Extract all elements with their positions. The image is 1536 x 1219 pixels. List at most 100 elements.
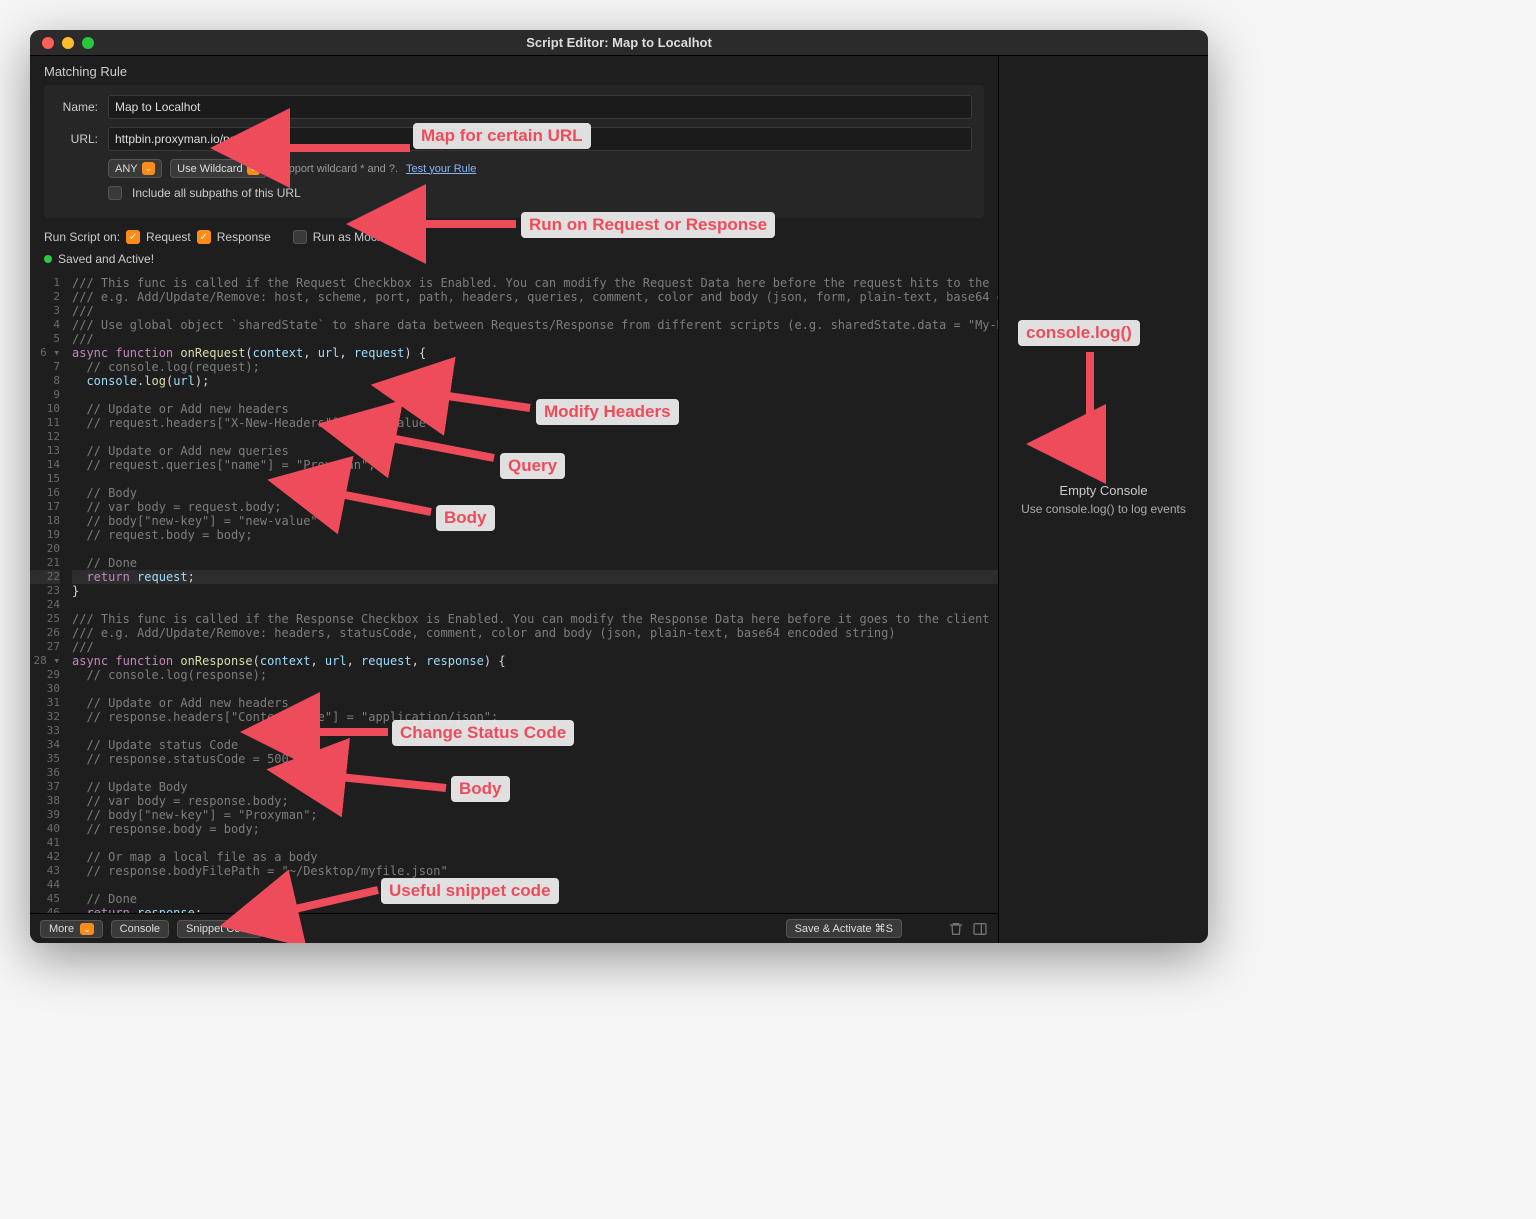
line-number: 21 <box>30 556 60 570</box>
bottom-toolbar: More ⌄ Console Snippet Code Save & Activ… <box>30 913 998 943</box>
code-line[interactable]: // console.log(request); <box>72 360 998 374</box>
url-label: URL: <box>56 132 98 146</box>
wildcard-select[interactable]: Use Wildcard ⌄ <box>170 159 267 178</box>
code-line[interactable]: // Update or Add new headers <box>72 696 998 710</box>
code-line[interactable]: // Update Body <box>72 780 998 794</box>
code-line[interactable]: async function onResponse(context, url, … <box>72 654 998 668</box>
code-line[interactable]: // request.body = body; <box>72 528 998 542</box>
code-line[interactable]: // Update or Add new queries <box>72 444 998 458</box>
code-line[interactable]: return request; <box>72 570 998 584</box>
line-number: 15 <box>30 472 60 486</box>
code-line[interactable]: } <box>72 584 998 598</box>
request-checkbox[interactable]: ✓ <box>126 230 140 244</box>
code-line[interactable]: /// Use global object `sharedState` to s… <box>72 318 998 332</box>
code-line[interactable] <box>72 724 998 738</box>
line-number: 32 <box>30 710 60 724</box>
code-line[interactable]: // Update or Add new headers <box>72 402 998 416</box>
matching-rule-header: Matching Rule <box>30 56 998 85</box>
code-line[interactable]: /// <box>72 332 998 346</box>
line-number: 42 <box>30 850 60 864</box>
save-activate-button[interactable]: Save & Activate ⌘S <box>786 919 902 938</box>
code-line[interactable]: // var body = response.body; <box>72 794 998 808</box>
line-number: 30 <box>30 682 60 696</box>
code-line[interactable]: /// e.g. Add/Update/Remove: headers, sta… <box>72 626 998 640</box>
code-line[interactable]: /// <box>72 304 998 318</box>
more-button[interactable]: More ⌄ <box>40 920 103 938</box>
line-number: 11 <box>30 416 60 430</box>
code-line[interactable] <box>72 836 998 850</box>
line-number: 36 <box>30 766 60 780</box>
code-line[interactable]: async function onRequest(context, url, r… <box>72 346 998 360</box>
line-number: 17 <box>30 500 60 514</box>
code-line[interactable] <box>72 878 998 892</box>
line-number: 2 <box>30 290 60 304</box>
line-number: 22 <box>30 570 60 584</box>
name-label: Name: <box>56 100 98 114</box>
maximize-button[interactable] <box>82 37 94 49</box>
titlebar: Script Editor: Map to Localhot <box>30 30 1208 56</box>
line-number: 23 <box>30 584 60 598</box>
snippet-code-button[interactable]: Snippet Code <box>177 920 262 938</box>
method-select[interactable]: ANY ⌄ <box>108 159 162 178</box>
matching-rule-form: Name: URL: ANY ⌄ Use Wildcard ⌄ <box>44 85 984 218</box>
include-subpaths-checkbox[interactable] <box>108 186 122 200</box>
name-input[interactable] <box>108 95 972 119</box>
code-line[interactable]: // body["new-key"] = "new-value" <box>72 514 998 528</box>
panel-toggle-icon[interactable] <box>972 921 988 937</box>
line-number: 29 <box>30 668 60 682</box>
line-number: 9 <box>30 388 60 402</box>
code-line[interactable]: // console.log(response); <box>72 668 998 682</box>
line-number: 33 <box>30 724 60 738</box>
code-line[interactable]: // response.statusCode = 500; <box>72 752 998 766</box>
code-line[interactable]: return response; <box>72 906 998 913</box>
line-number: 26 <box>30 626 60 640</box>
close-button[interactable] <box>42 37 54 49</box>
console-button[interactable]: Console <box>111 920 169 938</box>
code-editor[interactable]: 123456 ▾78910111213141516171819202122232… <box>30 274 998 913</box>
code-line[interactable]: // Done <box>72 892 998 906</box>
code-line[interactable]: // Done <box>72 556 998 570</box>
trash-icon[interactable] <box>948 921 964 937</box>
code-line[interactable]: // Update status Code <box>72 738 998 752</box>
test-rule-link[interactable]: Test your Rule <box>406 163 476 175</box>
code-line[interactable]: /// This func is called if the Response … <box>72 612 998 626</box>
code-line[interactable]: // var body = request.body; <box>72 500 998 514</box>
code-line[interactable] <box>72 388 998 402</box>
code-line[interactable]: // response.body = body; <box>72 822 998 836</box>
console-panel: Empty Console Use console.log() to log e… <box>998 56 1208 943</box>
line-number: 25 <box>30 612 60 626</box>
line-number: 10 <box>30 402 60 416</box>
line-number: 28 ▾ <box>30 654 60 668</box>
mock-checkbox[interactable] <box>293 230 307 244</box>
code-line[interactable]: // Or map a local file as a body <box>72 850 998 864</box>
script-editor-window: Script Editor: Map to Localhot Matching … <box>30 30 1208 943</box>
line-number: 18 <box>30 514 60 528</box>
minimize-button[interactable] <box>62 37 74 49</box>
code-line[interactable]: // response.headers["Content-Type"] = "a… <box>72 710 998 724</box>
code-line[interactable]: // request.queries["name"] = "Proxyman"; <box>72 458 998 472</box>
window-title: Script Editor: Map to Localhot <box>30 35 1208 50</box>
code-line[interactable] <box>72 682 998 696</box>
wildcard-hint: Support wildcard * and ?. <box>275 163 398 175</box>
code-line[interactable] <box>72 598 998 612</box>
code-line[interactable]: /// <box>72 640 998 654</box>
line-number: 20 <box>30 542 60 556</box>
url-input[interactable] <box>108 127 972 151</box>
line-number: 45 <box>30 892 60 906</box>
code-line[interactable] <box>72 472 998 486</box>
code-line[interactable]: // body["new-key"] = "Proxyman"; <box>72 808 998 822</box>
code-line[interactable]: /// e.g. Add/Update/Remove: host, scheme… <box>72 290 998 304</box>
code-line[interactable] <box>72 430 998 444</box>
code-line[interactable]: // Body <box>72 486 998 500</box>
code-line[interactable]: console.log(url); <box>72 374 998 388</box>
code-line[interactable] <box>72 766 998 780</box>
code-line[interactable]: /// This func is called if the Request C… <box>72 276 998 290</box>
line-number: 16 <box>30 486 60 500</box>
response-checkbox[interactable]: ✓ <box>197 230 211 244</box>
line-number: 24 <box>30 598 60 612</box>
code-line[interactable] <box>72 542 998 556</box>
line-number: 8 <box>30 374 60 388</box>
line-number: 5 <box>30 332 60 346</box>
code-line[interactable]: // request.headers["X-New-Headers"] = "M… <box>72 416 998 430</box>
code-line[interactable]: // response.bodyFilePath = "~/Desktop/my… <box>72 864 998 878</box>
